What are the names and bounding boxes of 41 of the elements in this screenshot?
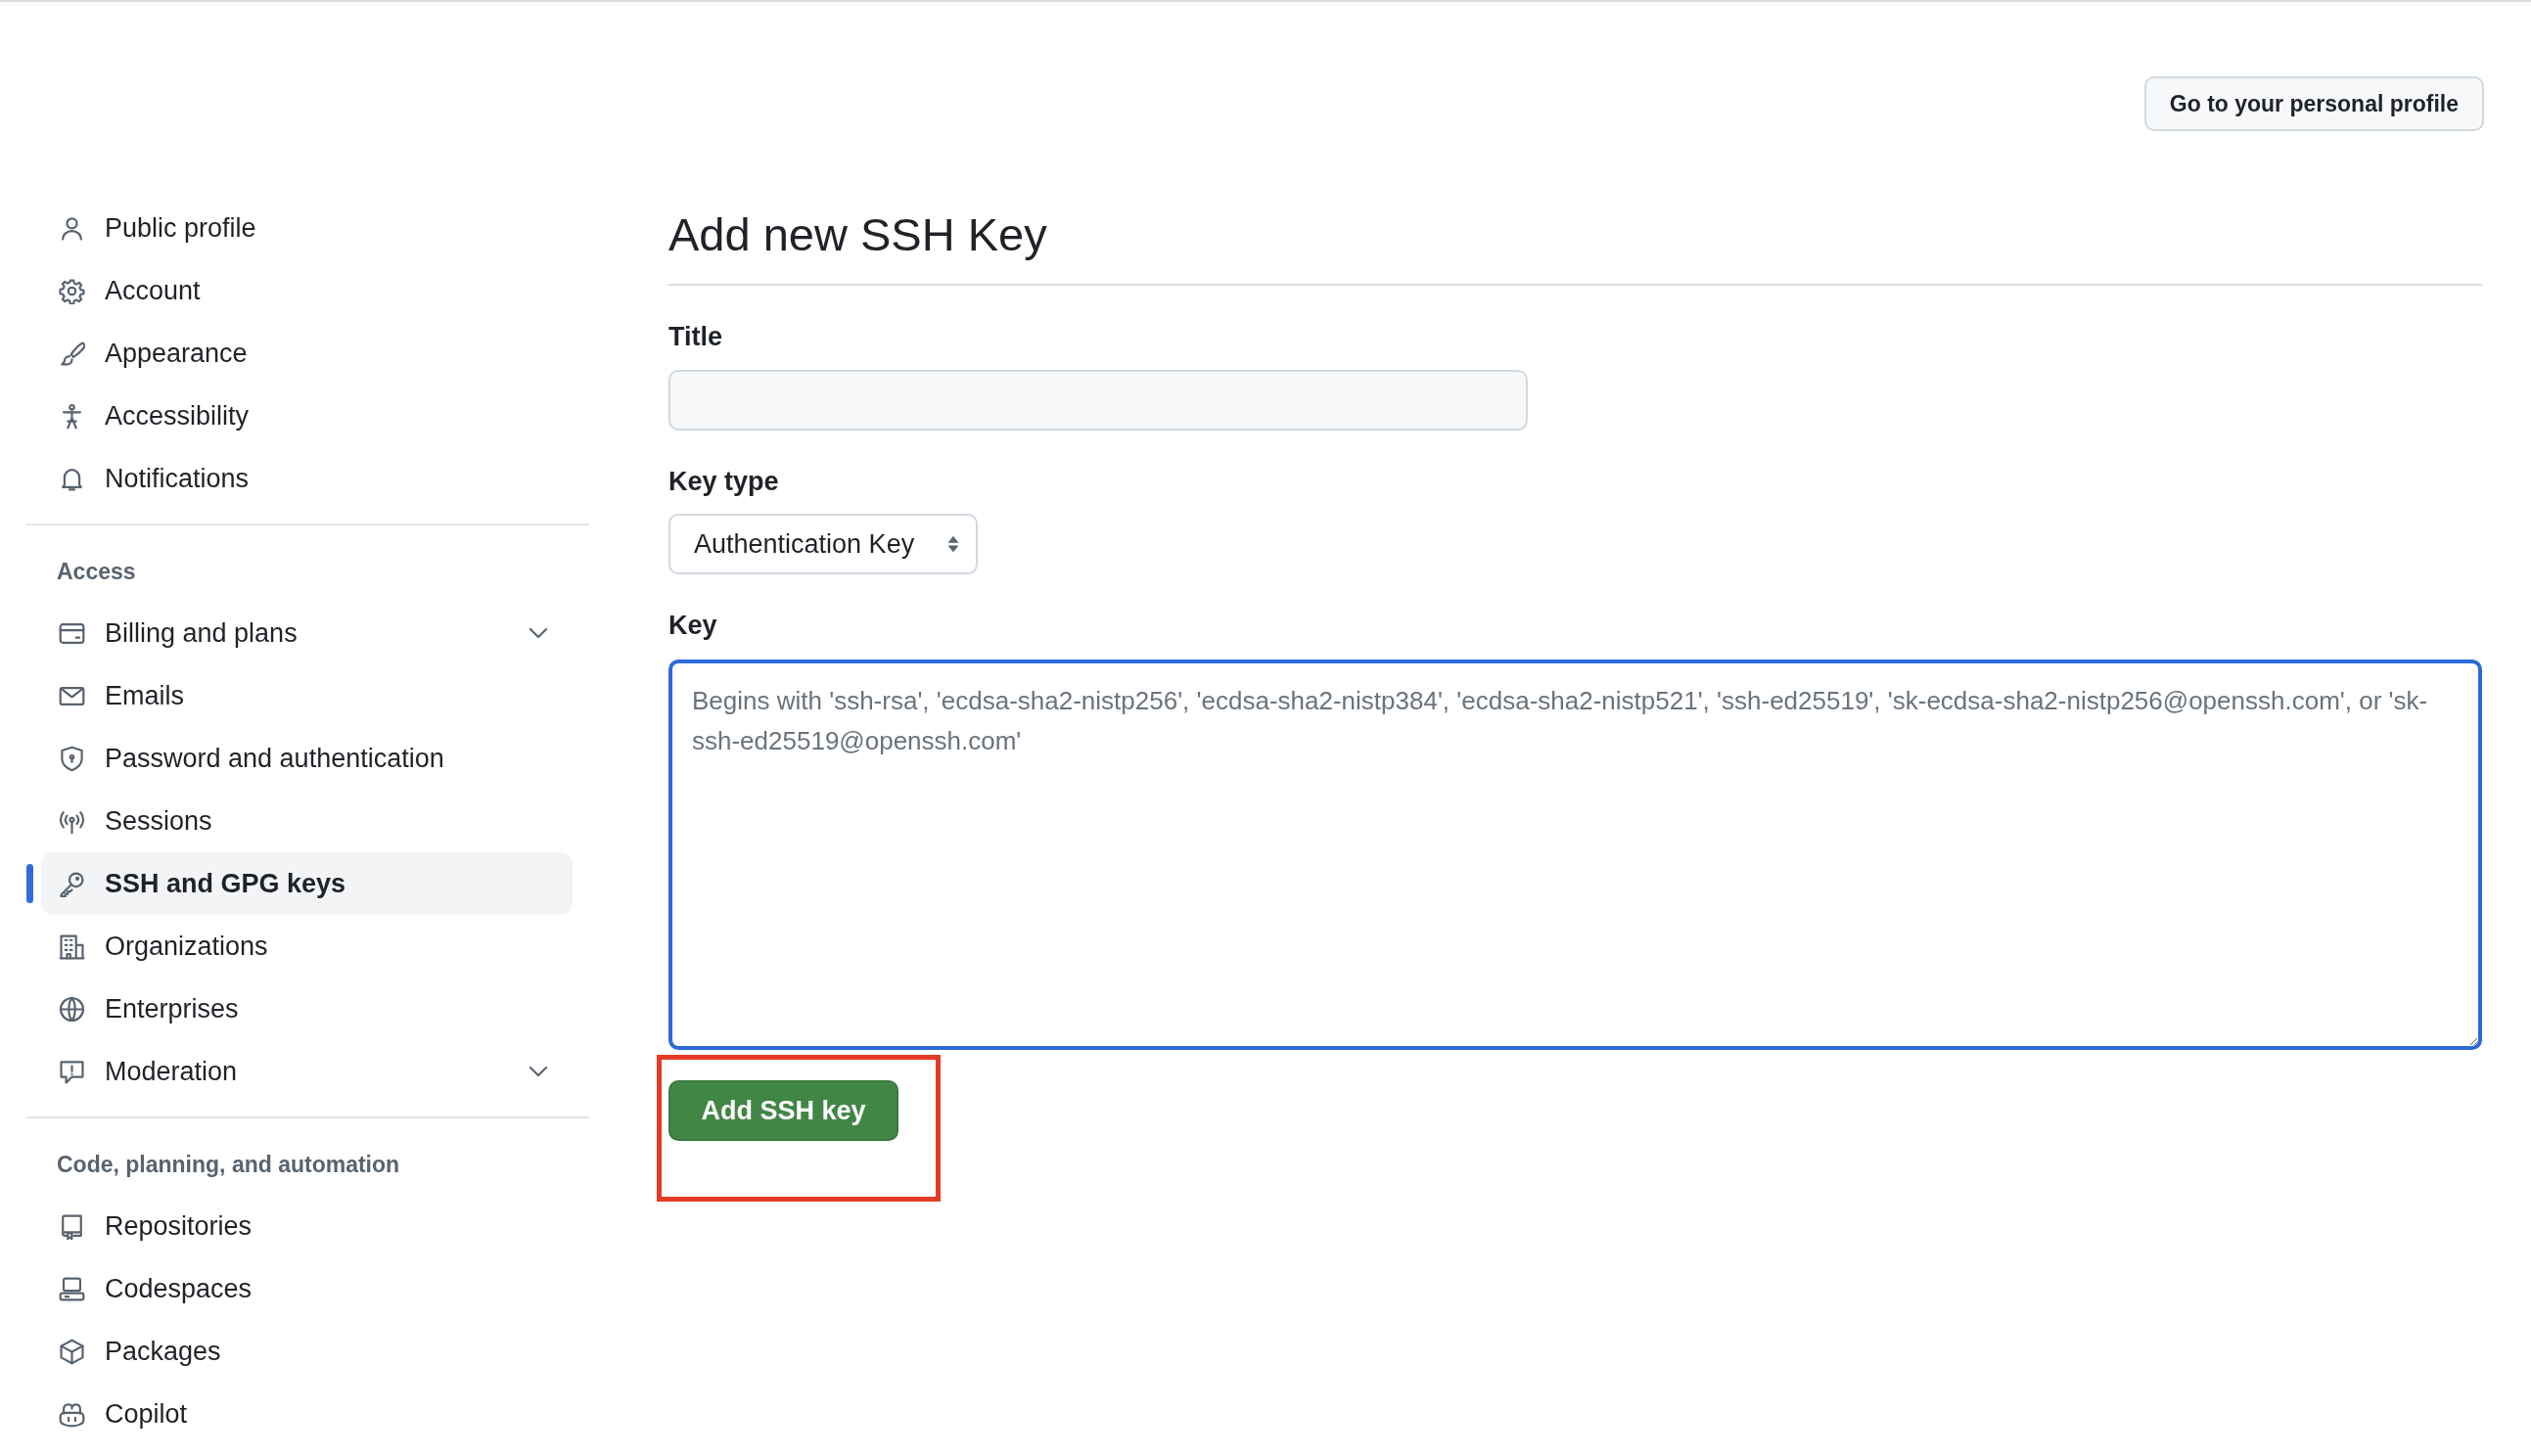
laptop-icon (59, 1275, 85, 1302)
sidebar-item[interactable]: Organizations (41, 915, 573, 978)
shield-icon (59, 745, 85, 772)
key-type-label: Key type (668, 466, 779, 498)
copilot-icon (59, 1400, 85, 1428)
sidebar-item[interactable]: Notifications (41, 447, 573, 510)
title-input[interactable] (668, 370, 1528, 431)
sidebar-item[interactable]: Password and authentication (41, 727, 573, 790)
profile-button[interactable]: Go to your personal profile (2143, 76, 2484, 131)
sidebar-item[interactable]: Billing and plans (41, 602, 573, 664)
page-heading: Add new SSH Key (668, 205, 2482, 286)
add-ssh-key-button[interactable]: Add SSH key (668, 1080, 898, 1141)
sidebar-item[interactable]: Codespaces (41, 1257, 573, 1320)
sidebar-item[interactable]: Enterprises (41, 978, 573, 1040)
sidebar-item[interactable]: Packages (41, 1320, 573, 1383)
key-icon (59, 870, 85, 897)
sidebar-item[interactable]: Emails (41, 664, 573, 727)
key-label: Key (668, 610, 717, 642)
repository-icon (59, 1212, 85, 1240)
sidebar-item[interactable]: Copilot (41, 1383, 573, 1445)
selection-indicator (26, 864, 33, 903)
building-icon (59, 933, 85, 960)
key-textarea[interactable]: Begins with 'ssh-rsa', 'ecdsa-sha2-nistp256', 'ecdsa-sha2-nistp384', 'ecdsa-sha2-nistp521', 'ssh-ed25519', 'sk-ecdsa-sha2-nistp256@openssh.com', or 'sk-ssh-ed25519@openssh.com' (668, 660, 2482, 1050)
sort-arrows-icon (946, 533, 960, 555)
paintbrush-icon (59, 340, 85, 367)
sidebar-item[interactable]: Repositories (41, 1195, 573, 1257)
gear-icon (59, 277, 85, 304)
sidebar-item[interactable]: Appearance (41, 322, 573, 385)
sidebar-item[interactable]: Accessibility (41, 385, 573, 447)
key-type-select[interactable]: Authentication Key (668, 514, 978, 574)
section-heading: Code, planning, and automation (56, 1151, 401, 1179)
title-label: Title (668, 321, 722, 353)
package-icon (59, 1338, 85, 1365)
sidebar-item[interactable]: Account (41, 259, 573, 322)
sidebar-item[interactable]: Sessions (41, 790, 573, 852)
section-heading: Access (56, 558, 137, 586)
report-icon (59, 1058, 85, 1085)
globe-icon (59, 995, 85, 1023)
person-icon (59, 214, 85, 242)
sidebar-item[interactable]: Moderation (41, 1040, 573, 1103)
sidebar-item[interactable]: Public profile (41, 197, 573, 259)
